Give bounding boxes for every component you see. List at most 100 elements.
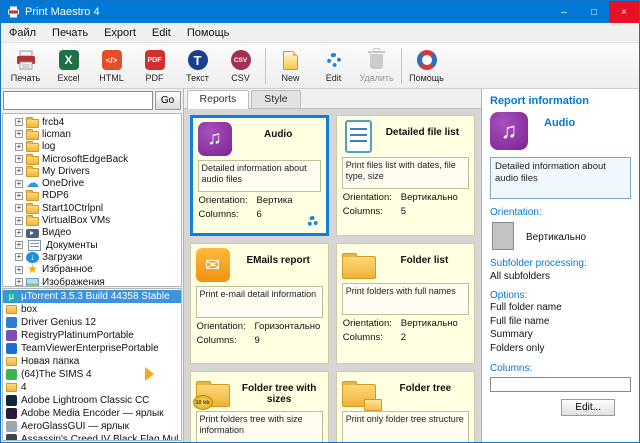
tree-item-video[interactable]: +Видео bbox=[15, 227, 181, 239]
edit-gear-icon bbox=[327, 48, 341, 72]
expand-icon[interactable]: + bbox=[15, 217, 23, 225]
csv-icon: CSV bbox=[231, 48, 251, 72]
maximize-button[interactable]: □ bbox=[579, 1, 609, 23]
tree-item-documents[interactable]: +Документы bbox=[15, 239, 181, 251]
expand-icon[interactable]: + bbox=[15, 167, 23, 175]
report-card-folder-list[interactable]: Folder list Print folders with full name… bbox=[336, 243, 475, 364]
minimize-button[interactable]: – bbox=[549, 1, 579, 23]
expand-icon[interactable]: + bbox=[15, 130, 23, 138]
list-item-registry-platinum[interactable]: RegistryPlatinumPortable bbox=[3, 329, 181, 342]
list-item-box[interactable]: box bbox=[3, 303, 181, 316]
pictures-folder-icon bbox=[26, 278, 39, 288]
documents-folder-icon bbox=[28, 240, 41, 251]
report-description: Detailed information about audio files bbox=[490, 157, 631, 199]
help-button[interactable]: Помощь bbox=[405, 44, 448, 87]
text-icon: T bbox=[188, 48, 208, 72]
edit-report-button[interactable]: Edit... bbox=[561, 399, 615, 416]
delete-button[interactable]: Удалить bbox=[355, 44, 398, 87]
expand-icon[interactable]: + bbox=[15, 204, 23, 212]
expand-icon[interactable]: + bbox=[15, 241, 23, 249]
list-item-utorrent[interactable]: µµTorrent 3.5.3 Build 44358 Stable bbox=[3, 290, 181, 303]
expand-icon[interactable]: + bbox=[15, 192, 23, 200]
help-lifebuoy-icon bbox=[417, 48, 437, 72]
tree-item-rdp6[interactable]: +RDP6 bbox=[15, 190, 181, 202]
tree-item-licman[interactable]: +licman bbox=[15, 128, 181, 140]
expand-icon[interactable]: + bbox=[15, 278, 23, 286]
tree-item-microsoftedgeback[interactable]: +MicrosoftEdgeBack bbox=[15, 153, 181, 165]
tree-item-pictures[interactable]: +Изображения bbox=[15, 276, 181, 287]
expand-icon[interactable]: + bbox=[15, 253, 23, 261]
tree-item-favorites[interactable]: +★Избранное bbox=[15, 264, 181, 276]
tool-label: Удалить bbox=[359, 73, 393, 83]
text-button[interactable]: T Текст bbox=[176, 44, 219, 87]
new-button[interactable]: New bbox=[269, 44, 312, 87]
menu-export[interactable]: Export bbox=[96, 25, 144, 41]
close-button[interactable]: × bbox=[609, 1, 639, 23]
report-card-folder-tree-sizes[interactable]: 10 kb Folder tree with sizes Print folde… bbox=[190, 371, 329, 442]
excel-icon: X bbox=[59, 48, 79, 72]
main-area: Reports Style ♫ Audio Detailed informati… bbox=[184, 89, 481, 442]
expand-icon[interactable]: + bbox=[15, 266, 23, 274]
tree-item-log[interactable]: +log bbox=[15, 141, 181, 153]
report-card-audio[interactable]: ♫ Audio Detailed information about audio… bbox=[190, 115, 329, 236]
orientation-value: Вертикально bbox=[526, 232, 586, 243]
list-item-aeroglass[interactable]: AeroGlassGUI — ярлык bbox=[3, 420, 181, 433]
menu-print[interactable]: Печать bbox=[44, 25, 96, 41]
title-bar: Print Maestro 4 – □ × bbox=[1, 1, 639, 23]
tree-item-virtualbox-vms[interactable]: +VirtualBox VMs bbox=[15, 214, 181, 226]
list-item-driver-genius[interactable]: Driver Genius 12 bbox=[3, 316, 181, 329]
app-icon bbox=[6, 434, 17, 441]
folder-icon bbox=[342, 256, 376, 279]
menu-help[interactable]: Помощь bbox=[179, 25, 238, 41]
go-button[interactable]: Go bbox=[155, 91, 181, 110]
tree-item-start10ctrlpnl[interactable]: +Start10Ctrlpnl bbox=[15, 202, 181, 214]
card-title: Audio bbox=[236, 122, 321, 140]
list-item-4[interactable]: 4 bbox=[3, 381, 181, 394]
print-button[interactable]: Печать bbox=[4, 44, 47, 87]
delete-trash-icon bbox=[370, 48, 383, 72]
onedrive-cloud-icon: ☁ bbox=[26, 178, 39, 189]
expand-icon[interactable]: + bbox=[15, 229, 23, 237]
tree-item-frcb4[interactable]: +frcb4 bbox=[15, 116, 181, 128]
report-card-folder-tree[interactable]: Folder tree Print only folder tree struc… bbox=[336, 371, 475, 442]
list-item-assassins-creed[interactable]: Assassin's Creed IV Black Flag Mul bbox=[3, 433, 181, 441]
edit-button[interactable]: Edit bbox=[312, 44, 355, 87]
report-card-detailed-file-list[interactable]: Detailed file list Print files list with… bbox=[336, 115, 475, 236]
option-summary: Summary bbox=[490, 328, 631, 342]
pdf-button[interactable]: PDF PDF bbox=[133, 44, 176, 87]
card-title: Folder tree bbox=[382, 376, 469, 394]
tab-style[interactable]: Style bbox=[251, 90, 300, 108]
menu-file[interactable]: Файл bbox=[1, 25, 44, 41]
toolbar: Печать X Excel </> HTML PDF PDF T Текст … bbox=[1, 43, 639, 89]
folder-icon bbox=[26, 131, 39, 140]
list-item-teamviewer[interactable]: TeamViewerEnterprisePortable bbox=[3, 342, 181, 355]
card-description: Print files list with dates, file type, … bbox=[342, 157, 469, 189]
menu-bar: Файл Печать Export Edit Помощь bbox=[1, 23, 639, 43]
folder-tree: +frcb4 +licman +log +MicrosoftEdgeBack +… bbox=[2, 113, 182, 287]
menu-edit[interactable]: Edit bbox=[144, 25, 179, 41]
splitter-collapse-arrow-icon[interactable] bbox=[145, 367, 154, 381]
html-button[interactable]: </> HTML bbox=[90, 44, 133, 87]
expand-icon[interactable]: + bbox=[15, 143, 23, 151]
folder-icon bbox=[26, 192, 39, 201]
excel-button[interactable]: X Excel bbox=[47, 44, 90, 87]
expand-icon[interactable]: + bbox=[15, 118, 23, 126]
columns-input[interactable] bbox=[490, 377, 631, 392]
option-folders-only: Folders only bbox=[490, 342, 631, 356]
tool-label: Помощь bbox=[409, 73, 444, 83]
tree-item-downloads[interactable]: +↓Загрузки bbox=[15, 251, 181, 263]
file-list-icon bbox=[345, 120, 372, 153]
expand-icon[interactable]: + bbox=[15, 155, 23, 163]
expand-icon[interactable]: + bbox=[15, 180, 23, 188]
audio-note-icon: ♫ bbox=[198, 122, 232, 156]
tree-item-my-drivers[interactable]: +My Drivers bbox=[15, 165, 181, 177]
list-item-lightroom[interactable]: Adobe Lightroom Classic CC bbox=[3, 394, 181, 407]
folder-icon bbox=[26, 143, 39, 152]
search-input[interactable] bbox=[3, 91, 153, 110]
list-item-media-encoder[interactable]: Adobe Media Encoder — ярлык bbox=[3, 407, 181, 420]
tree-item-onedrive[interactable]: +☁OneDrive bbox=[15, 177, 181, 189]
csv-button[interactable]: CSV CSV bbox=[219, 44, 262, 87]
tab-reports[interactable]: Reports bbox=[187, 90, 250, 109]
report-card-emails[interactable]: ✉ EMails report Print e-mail detail info… bbox=[190, 243, 329, 364]
card-settings-gear-icon[interactable] bbox=[307, 216, 318, 227]
